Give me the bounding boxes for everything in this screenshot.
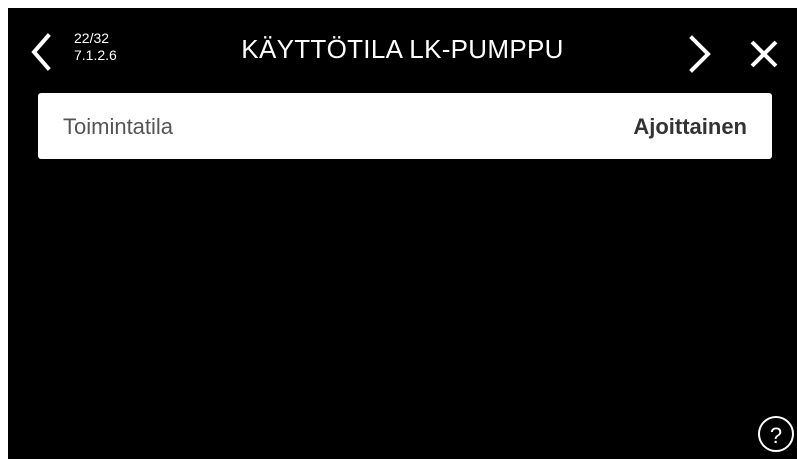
question-mark-icon: ?	[769, 423, 783, 448]
page-title: KÄYTTÖTILA LK-PUMPPU	[241, 34, 564, 64]
help-button[interactable]: ?	[758, 416, 794, 452]
setting-value: Ajoittainen	[633, 114, 747, 139]
close-icon	[750, 40, 778, 68]
close-button[interactable]	[744, 34, 784, 74]
header: 22/32 7.1.2.6 KÄYTTÖTILA LK-PUMPPU	[8, 8, 797, 88]
setting-row-toimintatila[interactable]: Toimintatila Ajoittainen	[38, 93, 772, 159]
next-button[interactable]	[682, 30, 716, 74]
setting-label: Toimintatila	[63, 114, 174, 139]
device-screen: 22/32 7.1.2.6 KÄYTTÖTILA LK-PUMPPU Toimi…	[8, 8, 797, 459]
chevron-right-icon	[689, 35, 711, 73]
